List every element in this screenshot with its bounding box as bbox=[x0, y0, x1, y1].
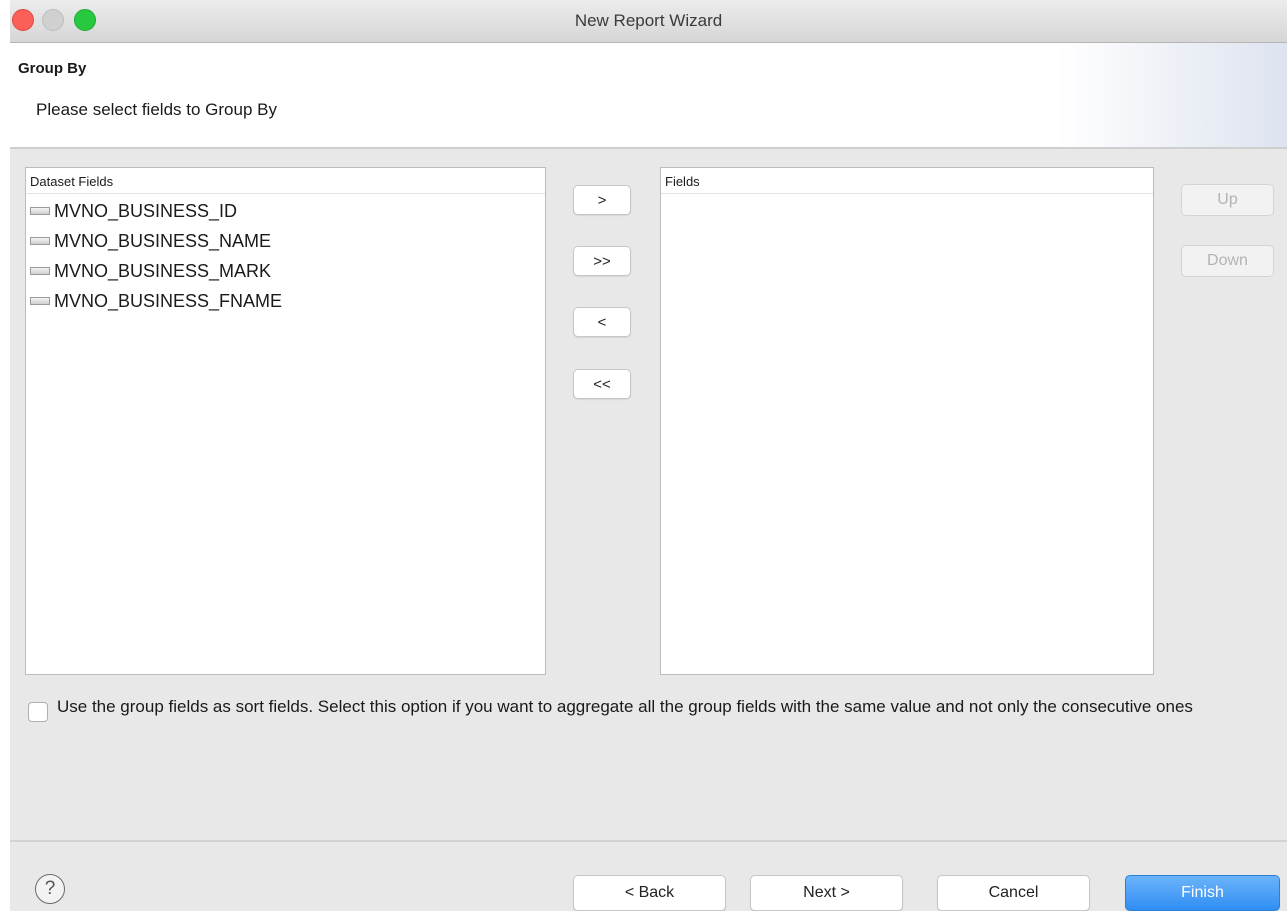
page-title: Group By bbox=[18, 60, 87, 77]
list-item[interactable]: MVNO_BUSINESS_ID bbox=[26, 196, 545, 226]
list-item-label: MVNO_BUSINESS_NAME bbox=[54, 230, 272, 251]
back-button[interactable]: < Back bbox=[573, 875, 726, 911]
list-item[interactable]: MVNO_BUSINESS_FNAME bbox=[26, 286, 545, 316]
list-item-label: MVNO_BUSINESS_MARK bbox=[54, 260, 272, 281]
remove-field-button[interactable]: < bbox=[573, 307, 631, 337]
wizard-window: New Report Wizard Group By Please select… bbox=[10, 0, 1287, 911]
sort-fields-checkbox[interactable] bbox=[28, 702, 48, 722]
add-all-fields-button[interactable]: >> bbox=[573, 246, 631, 276]
field-icon bbox=[30, 207, 50, 215]
finish-button[interactable]: Finish bbox=[1125, 875, 1280, 911]
dataset-fields-items: MVNO_BUSINESS_ID MVNO_BUSINESS_NAME MVNO… bbox=[26, 196, 545, 316]
cancel-button[interactable]: Cancel bbox=[937, 875, 1090, 911]
dataset-fields-header: Dataset Fields bbox=[26, 168, 545, 194]
list-item[interactable]: MVNO_BUSINESS_MARK bbox=[26, 256, 545, 286]
window-title: New Report Wizard bbox=[574, 11, 723, 30]
wizard-header: Group By Please select fields to Group B… bbox=[10, 43, 1287, 149]
move-up-button[interactable]: Up bbox=[1181, 184, 1274, 216]
sort-fields-checkbox-label: Use the group fields as sort fields. Sel… bbox=[57, 697, 1193, 716]
list-item[interactable]: MVNO_BUSINESS_NAME bbox=[26, 226, 545, 256]
page-description: Please select fields to Group By bbox=[36, 100, 277, 119]
question-mark-icon[interactable]: ? bbox=[35, 874, 65, 904]
remove-all-fields-button[interactable]: << bbox=[573, 369, 631, 399]
title-bar: New Report Wizard bbox=[10, 0, 1287, 43]
field-icon bbox=[30, 267, 50, 275]
move-down-button[interactable]: Down bbox=[1181, 245, 1274, 277]
add-field-button[interactable]: > bbox=[573, 185, 631, 215]
list-item-label: MVNO_BUSINESS_ID bbox=[54, 200, 238, 221]
footer-separator bbox=[10, 840, 1287, 842]
group-fields-list[interactable]: Fields bbox=[660, 167, 1154, 675]
field-icon bbox=[30, 297, 50, 305]
dataset-fields-list[interactable]: Dataset Fields MVNO_BUSINESS_ID MVNO_BUS… bbox=[25, 167, 546, 675]
list-item-label: MVNO_BUSINESS_FNAME bbox=[54, 290, 283, 311]
field-icon bbox=[30, 237, 50, 245]
next-button[interactable]: Next > bbox=[750, 875, 903, 911]
group-fields-header: Fields bbox=[661, 168, 1153, 194]
